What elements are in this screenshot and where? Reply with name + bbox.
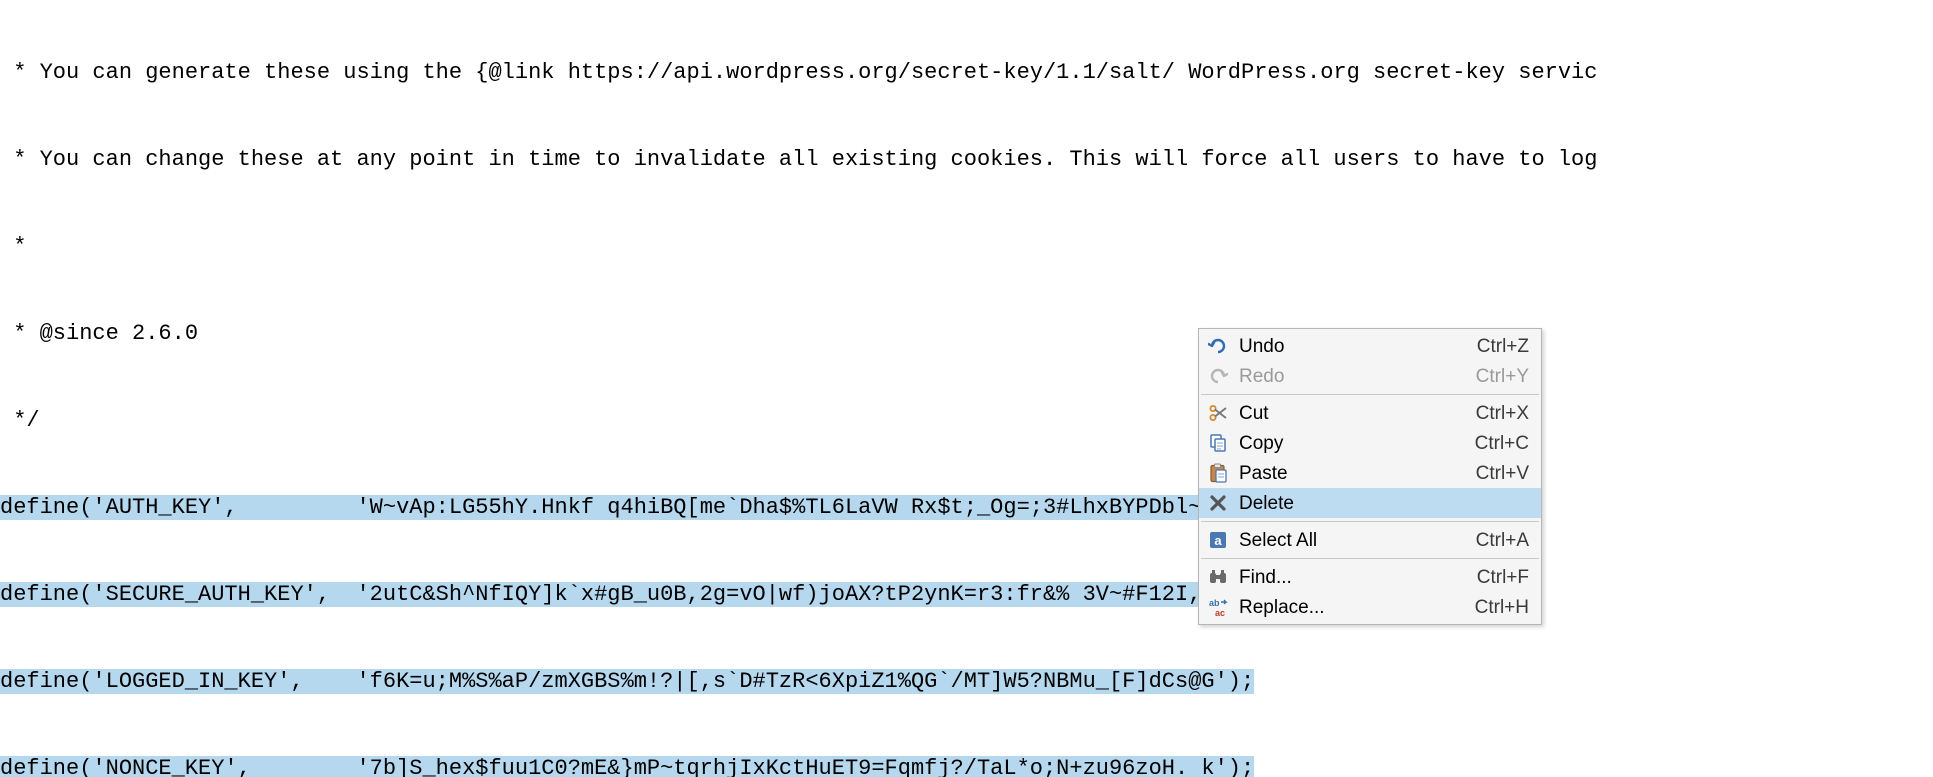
code-line-selected: define('SECURE_AUTH_KEY', '2utC&Sh^NfIQY… xyxy=(0,580,1933,609)
menu-delete[interactable]: Delete xyxy=(1199,488,1541,518)
menu-select-all[interactable]: a Select All Ctrl+A xyxy=(1199,525,1541,555)
menu-shortcut: Ctrl+V xyxy=(1476,459,1529,488)
menu-shortcut: Ctrl+X xyxy=(1476,399,1529,428)
menu-label: Find... xyxy=(1239,563,1467,592)
redo-icon xyxy=(1205,366,1231,386)
menu-shortcut: Ctrl+A xyxy=(1476,526,1529,555)
menu-shortcut: Ctrl+C xyxy=(1475,429,1529,458)
menu-label: Cut xyxy=(1239,399,1466,428)
menu-paste[interactable]: Paste Ctrl+V xyxy=(1199,458,1541,488)
menu-separator xyxy=(1201,521,1539,522)
code-line-selected: define('LOGGED_IN_KEY', 'f6K=u;M%S%aP/zm… xyxy=(0,667,1933,696)
menu-shortcut: Ctrl+H xyxy=(1475,593,1529,622)
menu-redo[interactable]: Redo Ctrl+Y xyxy=(1199,361,1541,391)
delete-icon xyxy=(1205,493,1231,513)
menu-shortcut: Ctrl+Z xyxy=(1477,332,1529,361)
menu-label: Replace... xyxy=(1239,593,1465,622)
menu-find[interactable]: Find... Ctrl+F xyxy=(1199,562,1541,592)
menu-replace[interactable]: ab ac Replace... Ctrl+H xyxy=(1199,592,1541,622)
copy-icon xyxy=(1205,433,1231,453)
menu-separator xyxy=(1201,394,1539,395)
code-editor[interactable]: * You can generate these using the {@lin… xyxy=(0,0,1933,777)
undo-icon xyxy=(1205,336,1231,356)
menu-label: Delete xyxy=(1239,489,1519,518)
code-line: * @since 2.6.0 xyxy=(0,319,1933,348)
code-line: * xyxy=(0,232,1933,261)
svg-text:ab: ab xyxy=(1209,598,1220,608)
menu-label: Paste xyxy=(1239,459,1466,488)
menu-copy[interactable]: Copy Ctrl+C xyxy=(1199,428,1541,458)
context-menu: Undo Ctrl+Z Redo Ctrl+Y Cut Ctrl+X xyxy=(1198,328,1542,625)
svg-text:ac: ac xyxy=(1215,608,1225,617)
menu-cut[interactable]: Cut Ctrl+X xyxy=(1199,398,1541,428)
menu-label: Copy xyxy=(1239,429,1465,458)
select-all-icon: a xyxy=(1205,530,1231,550)
menu-shortcut: Ctrl+F xyxy=(1477,563,1529,592)
menu-label: Select All xyxy=(1239,526,1466,555)
menu-label: Redo xyxy=(1239,362,1466,391)
clipboard-icon xyxy=(1205,463,1231,483)
code-line: */ xyxy=(0,406,1933,435)
code-line-selected: define('NONCE_KEY', '7b]S_hex$fuu1C0?mE&… xyxy=(0,754,1933,777)
svg-text:a: a xyxy=(1214,533,1222,548)
binoculars-icon xyxy=(1205,567,1231,587)
scissors-icon xyxy=(1205,403,1231,423)
code-line: * You can change these at any point in t… xyxy=(0,145,1933,174)
menu-shortcut: Ctrl+Y xyxy=(1476,362,1529,391)
replace-icon: ab ac xyxy=(1205,597,1231,617)
menu-label: Undo xyxy=(1239,332,1467,361)
menu-separator xyxy=(1201,558,1539,559)
menu-undo[interactable]: Undo Ctrl+Z xyxy=(1199,331,1541,361)
code-line: * You can generate these using the {@lin… xyxy=(0,58,1933,87)
code-line-selected: define('AUTH_KEY', 'W~vAp:LG55hY.Hnkf q4… xyxy=(0,493,1933,522)
